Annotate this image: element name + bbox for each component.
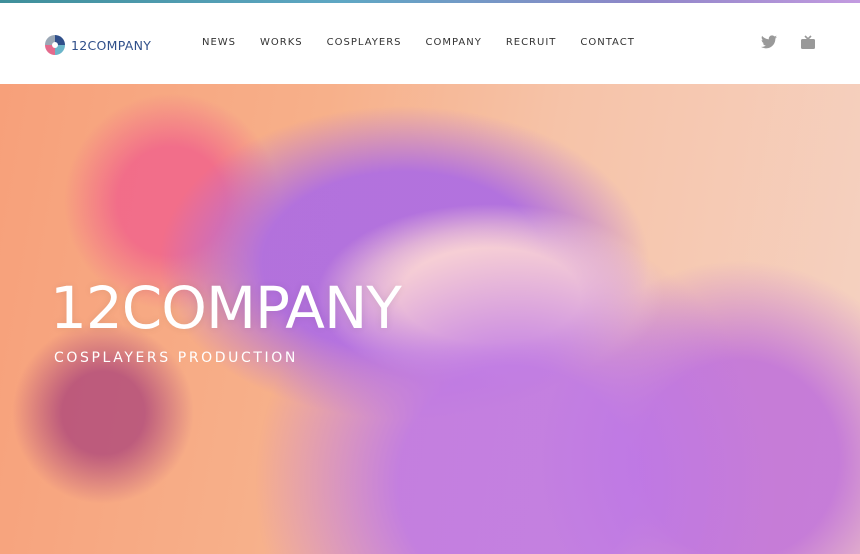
nav-item-cosplayers[interactable]: COSPLAYERS [327,37,402,48]
brand-logo-link[interactable]: 12COMPANY [44,34,151,56]
twitter-link[interactable] [761,35,777,49]
brand-logo-icon [45,35,65,55]
nav-item-works[interactable]: WORKS [260,37,303,48]
hero-title: 12COMPANY [50,274,402,342]
brand-name: 12COMPANY [71,37,152,53]
tv-link[interactable] [800,35,816,50]
tv-icon [801,35,815,49]
twitter-icon [761,35,777,49]
nav-item-recruit[interactable]: RECRUIT [506,37,557,48]
global-nav: NEWS WORKS COSPLAYERS COMPANY RECRUIT CO… [190,37,647,48]
hero-visual: 12COMPANY COSPLAYERS PRODUCTION [0,84,860,554]
hero-subtitle: COSPLAYERS PRODUCTION [54,350,298,366]
site-header: 12COMPANY NEWS WORKS COSPLAYERS COMPANY … [0,3,860,84]
nav-item-news[interactable]: NEWS [202,37,236,48]
nav-item-company[interactable]: COMPANY [426,37,482,48]
nav-item-contact[interactable]: CONTACT [580,37,634,48]
